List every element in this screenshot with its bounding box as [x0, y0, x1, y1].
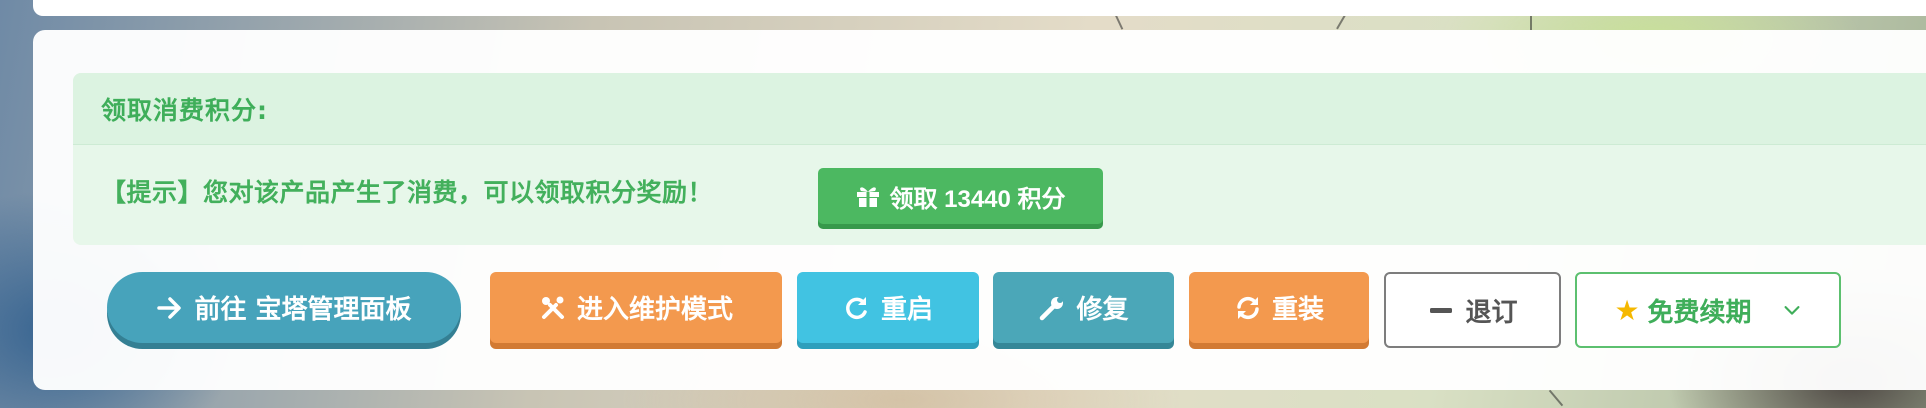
free-renewal-label: 免费续期	[1647, 297, 1752, 328]
reinstall-label: 重装	[1271, 295, 1324, 325]
reinstall-button[interactable]: 重装	[1189, 272, 1369, 343]
sync-icon	[1237, 296, 1259, 319]
background-line	[1336, 14, 1346, 30]
reboot-button[interactable]: 重启	[797, 272, 979, 343]
redo-icon	[846, 296, 867, 319]
repair-button[interactable]: 修复	[993, 272, 1174, 343]
arrow-right-icon	[157, 296, 182, 319]
chevron-down-icon	[1784, 306, 1800, 315]
notice-message: 【提示】您对该产品产生了消费，可以领取积分奖励！	[101, 178, 714, 207]
unsubscribe-label: 退订	[1465, 297, 1518, 328]
unsubscribe-button[interactable]: 退订	[1384, 272, 1561, 348]
top-card	[33, 0, 1926, 16]
points-notice: 领取消费积分: 【提示】您对该产品产生了消费，可以领取积分奖励！ 领取 1344…	[73, 73, 1926, 245]
notice-header: 领取消费积分:	[73, 73, 1926, 145]
notice-title: 领取消费积分:	[101, 95, 268, 125]
gift-icon	[857, 187, 880, 207]
maintenance-mode-button[interactable]: 进入维护模式	[490, 272, 782, 343]
star-icon: ★	[1614, 293, 1640, 327]
wrench-icon	[1040, 296, 1064, 320]
repair-label: 修复	[1076, 295, 1129, 325]
claim-points-button[interactable]: 领取 13440 积分	[818, 168, 1103, 224]
free-renewal-dropdown[interactable]: ★ 免费续期	[1575, 272, 1841, 348]
go-to-panel-button[interactable]: 前往 宝塔管理面板	[107, 272, 461, 343]
maintenance-mode-label: 进入维护模式	[576, 295, 733, 325]
claim-points-label: 领取 13440 积分	[889, 185, 1066, 213]
background-line	[1530, 14, 1532, 30]
product-actions-card: 领取消费积分: 【提示】您对该产品产生了消费，可以领取积分奖励！ 领取 1344…	[33, 30, 1926, 390]
minus-icon	[1430, 308, 1453, 313]
reboot-label: 重启	[880, 295, 933, 325]
background-line	[1548, 389, 1564, 407]
background-line	[1114, 14, 1124, 30]
tools-icon	[541, 296, 564, 319]
notice-body: 【提示】您对该产品产生了消费，可以领取积分奖励！ 领取 13440 积分	[73, 145, 1926, 245]
go-to-panel-label: 前往 宝塔管理面板	[194, 295, 412, 325]
